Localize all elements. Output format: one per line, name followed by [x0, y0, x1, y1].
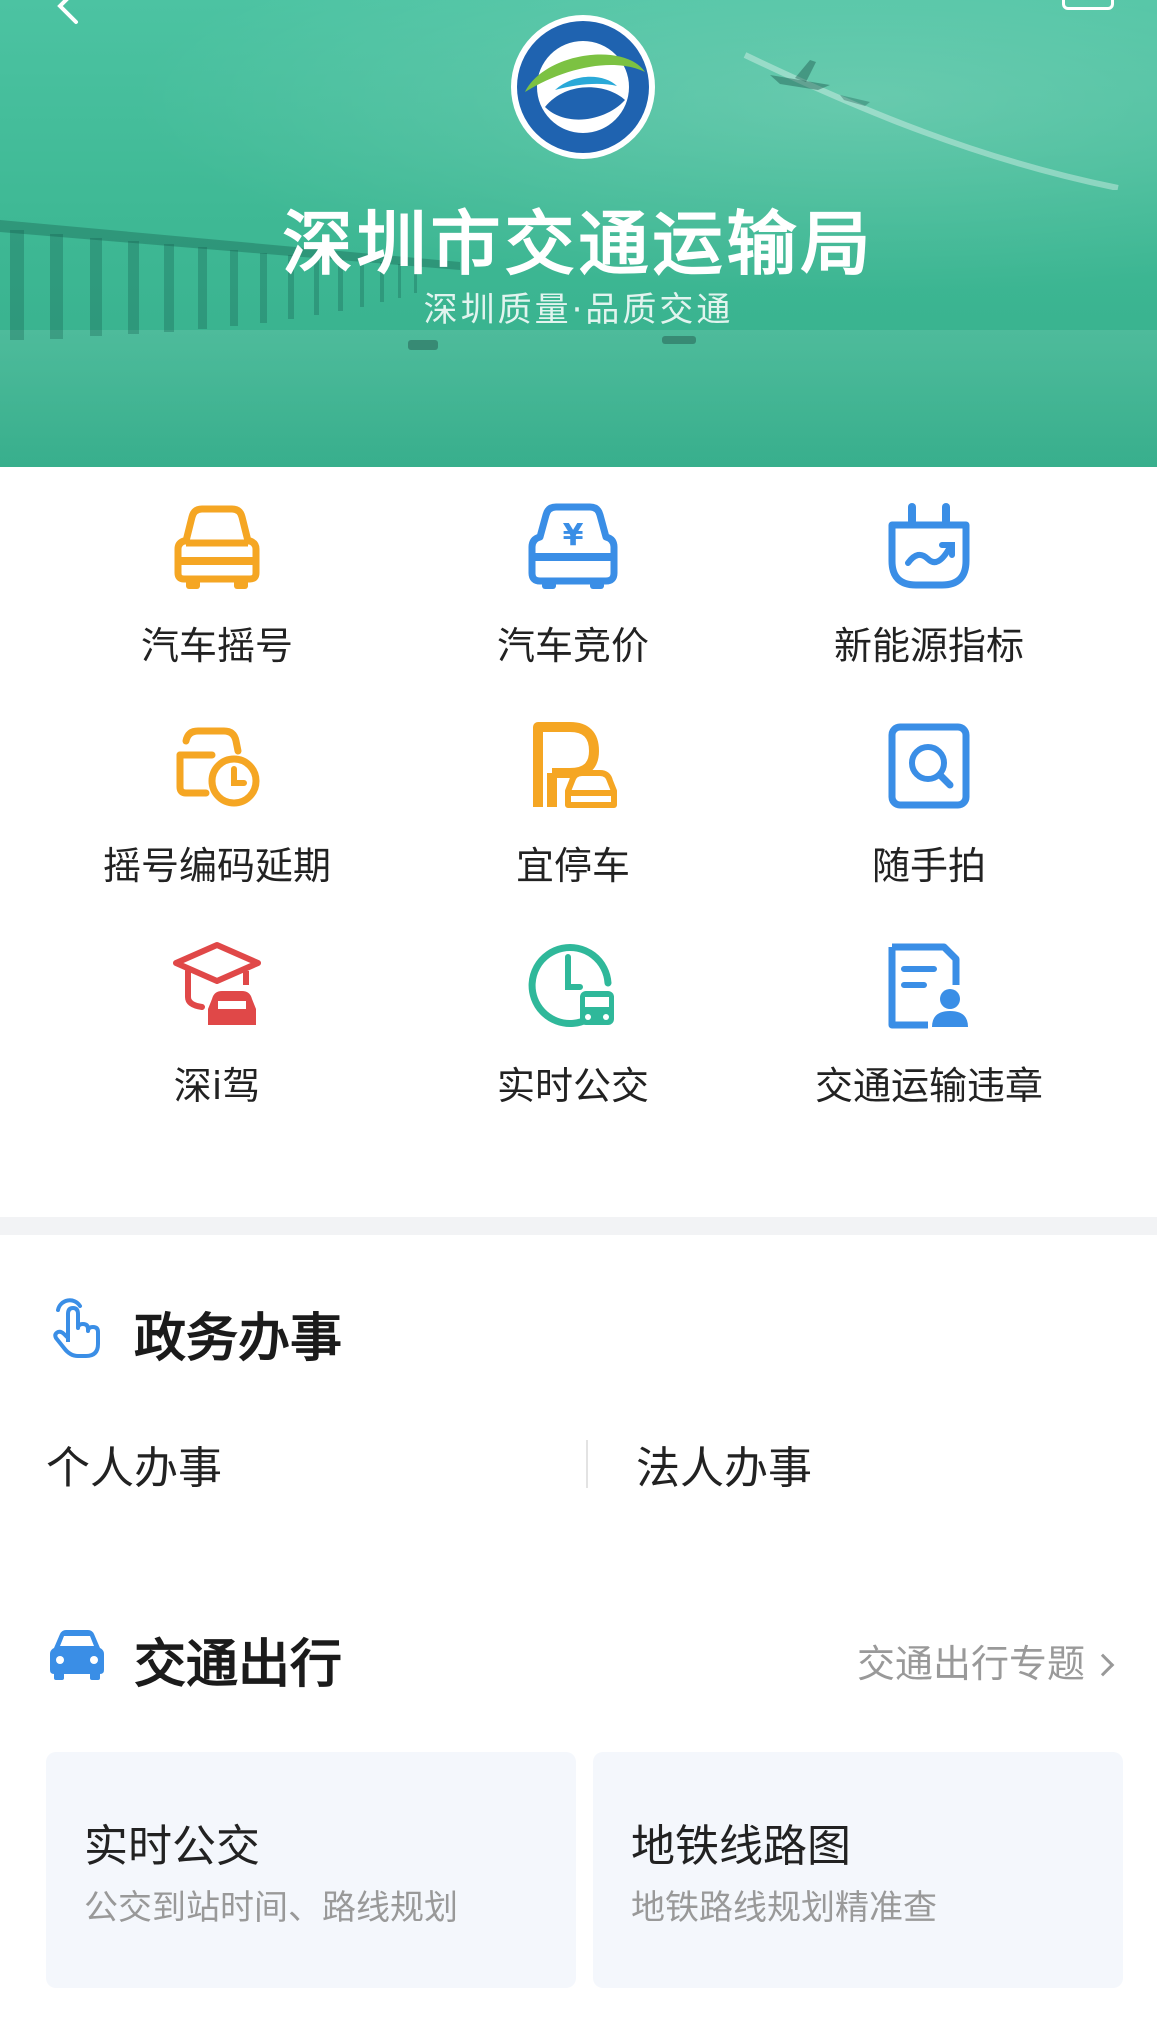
section-title: 政务办事 — [134, 1309, 343, 1369]
page-title: 深圳市交通运输局 — [282, 203, 875, 285]
service-label: 新能源指标 — [833, 624, 1024, 668]
tap-hand-icon — [53, 1298, 100, 1358]
car-yuan-icon: ¥ — [528, 503, 618, 589]
service-realtime-bus[interactable]: 实时公交 — [393, 907, 753, 1108]
boat — [408, 340, 438, 350]
service-car-lottery[interactable]: 汽车摇号 — [37, 467, 397, 668]
card-description: 公交到站时间、路线规划 — [84, 1888, 458, 1928]
car-clock-icon — [176, 727, 260, 807]
service-lottery-extension[interactable]: 摇号编码延期 — [37, 687, 397, 888]
banner-water — [0, 330, 1157, 467]
gov-tabs: 个人办事 法人办事 — [46, 1432, 1116, 1494]
section-title: 交通出行 — [134, 1635, 343, 1695]
plane-illustration — [743, 52, 1119, 190]
chevron-right-icon — [1091, 1653, 1115, 1677]
document-user-icon — [888, 943, 968, 1029]
card-title: 地铁线路图 — [631, 1821, 851, 1872]
service-label: 摇号编码延期 — [102, 844, 331, 888]
service-label: 深i驾 — [173, 1064, 261, 1108]
service-label: 宜停车 — [515, 844, 630, 888]
service-label: 交通运输违章 — [814, 1064, 1043, 1108]
service-traffic-violation[interactable]: 交通运输违章 — [749, 907, 1109, 1108]
graduation-car-icon — [173, 942, 261, 1025]
clock-bus-icon — [528, 944, 614, 1027]
parking-icon — [533, 722, 617, 808]
tab-personal-affairs[interactable]: 个人办事 — [46, 1432, 222, 1496]
page-subtitle: 深圳质量·品质交通 — [423, 290, 734, 330]
service-label: 汽车竞价 — [496, 624, 649, 668]
traffic-topic-link[interactable]: 交通出行专题 — [856, 1633, 1115, 1688]
tab-separator — [586, 1440, 588, 1488]
header-banner: 深圳市交通运输局 深圳质量·品质交通 — [0, 0, 1157, 467]
card-metro-map[interactable]: 地铁线路图 地铁路线规划精准查 — [593, 1752, 1123, 1988]
service-driving-school[interactable]: 深i驾 — [37, 907, 397, 1108]
plug-icon — [888, 503, 970, 589]
card-description: 地铁路线规划精准查 — [631, 1888, 937, 1928]
service-label: 随手拍 — [871, 844, 986, 888]
card-realtime-bus[interactable]: 实时公交 公交到站时间、路线规划 — [46, 1752, 576, 1988]
svg-text:¥: ¥ — [563, 518, 584, 553]
section-divider — [0, 1217, 1157, 1235]
car-icon — [174, 505, 260, 589]
gov-section-header: 政务办事 — [46, 1292, 446, 1369]
back-arrow-icon[interactable] — [48, 0, 88, 26]
search-frame-icon — [888, 723, 970, 809]
traffic-section-header: 交通出行 — [46, 1618, 446, 1695]
link-label: 交通出行专题 — [856, 1642, 1085, 1686]
service-new-energy[interactable]: 新能源指标 — [749, 467, 1109, 668]
service-car-bidding[interactable]: ¥ 汽车竞价 — [393, 467, 753, 668]
tab-legal-entity-affairs[interactable]: 法人办事 — [636, 1432, 812, 1496]
boat — [662, 336, 696, 344]
car-icon — [50, 1630, 104, 1680]
card-title: 实时公交 — [84, 1821, 260, 1872]
service-snapshot-report[interactable]: 随手拍 — [749, 687, 1109, 888]
menu-icon[interactable] — [1062, 0, 1114, 10]
service-label: 实时公交 — [496, 1064, 649, 1108]
service-grid: 汽车摇号 ¥ 汽车竞价 新能源指标 摇号编码延期 宜停车 随手拍 深i驾 实时公… — [0, 467, 1157, 1217]
service-label: 汽车摇号 — [140, 624, 293, 668]
bureau-logo — [511, 15, 655, 159]
service-parking[interactable]: 宜停车 — [393, 687, 753, 888]
